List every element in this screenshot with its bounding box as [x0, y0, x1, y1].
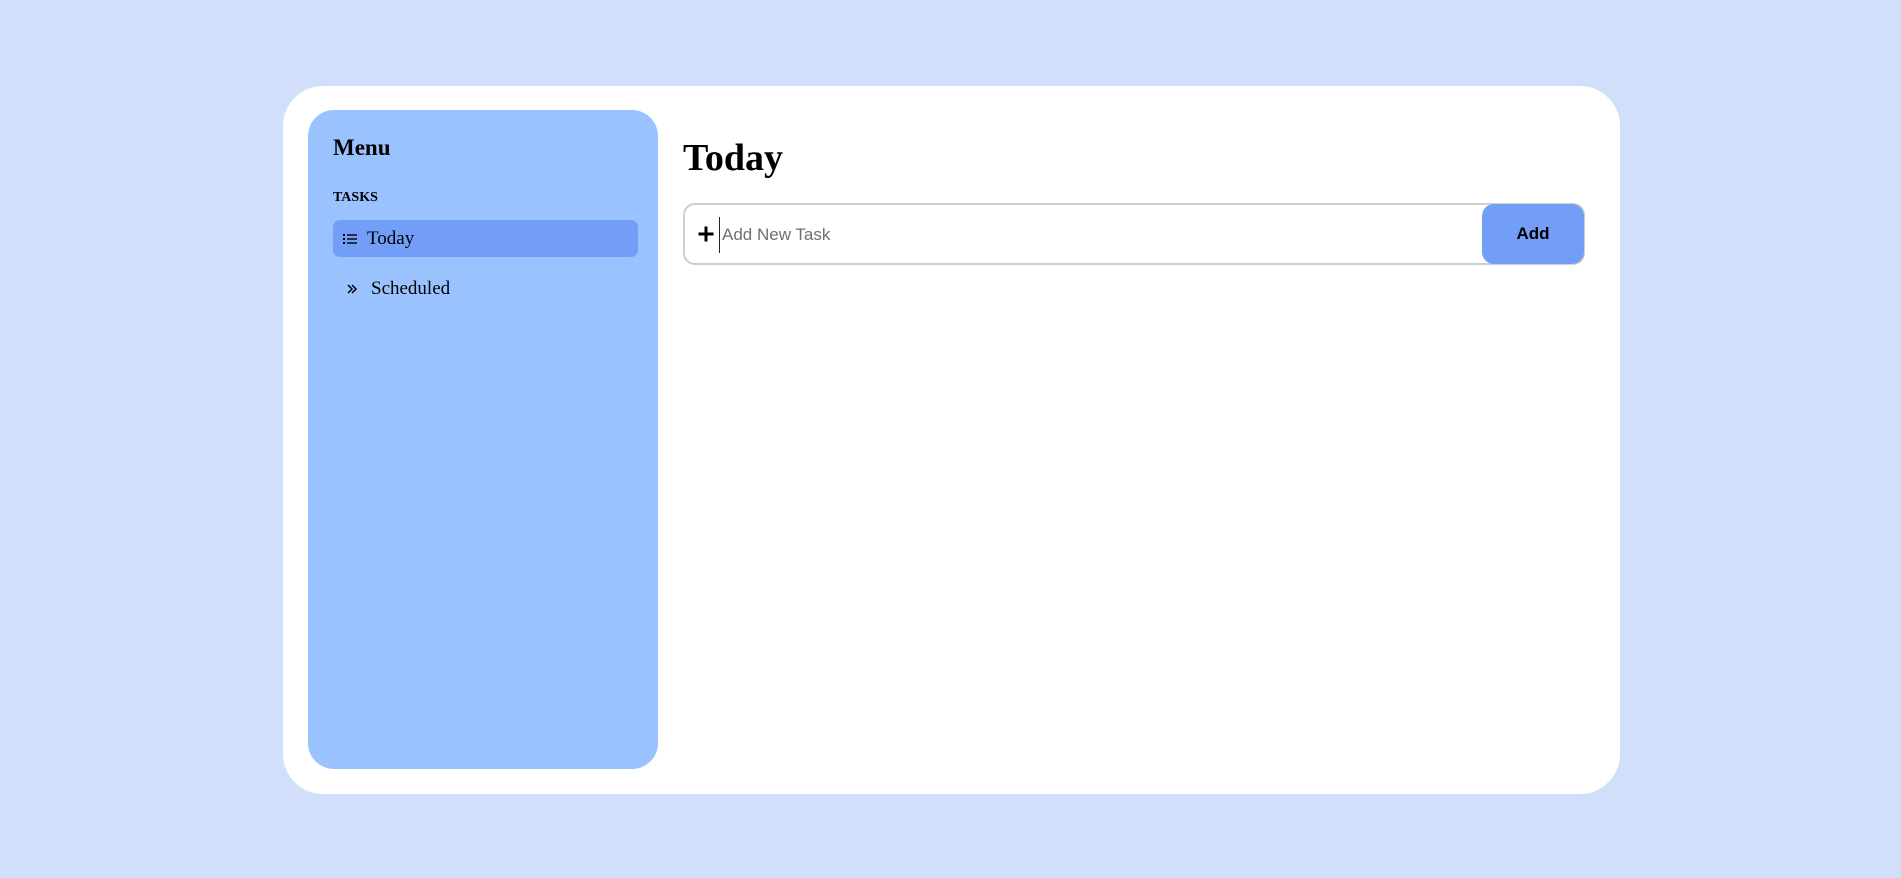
- menu-title: Menu: [333, 135, 391, 160]
- page-title: Today: [683, 137, 783, 179]
- plus-icon: [697, 225, 715, 243]
- list-icon: [343, 232, 357, 246]
- sidebar-item-label: Today: [367, 227, 415, 249]
- double-chevron-right-icon: [345, 282, 359, 296]
- sidebar-item-today[interactable]: Today: [333, 220, 638, 257]
- app-card: Menu TASKS Today Scheduled Today Add New…: [283, 86, 1620, 794]
- sidebar: Menu TASKS Today Scheduled: [308, 110, 658, 769]
- add-task-button[interactable]: Add: [1482, 204, 1584, 264]
- tasks-section-label: TASKS: [333, 190, 378, 205]
- new-task-bar: Add: [683, 203, 1585, 265]
- sidebar-item-label: Scheduled: [371, 277, 451, 299]
- sidebar-item-scheduled[interactable]: Scheduled: [333, 270, 638, 307]
- new-task-input[interactable]: [719, 217, 1472, 253]
